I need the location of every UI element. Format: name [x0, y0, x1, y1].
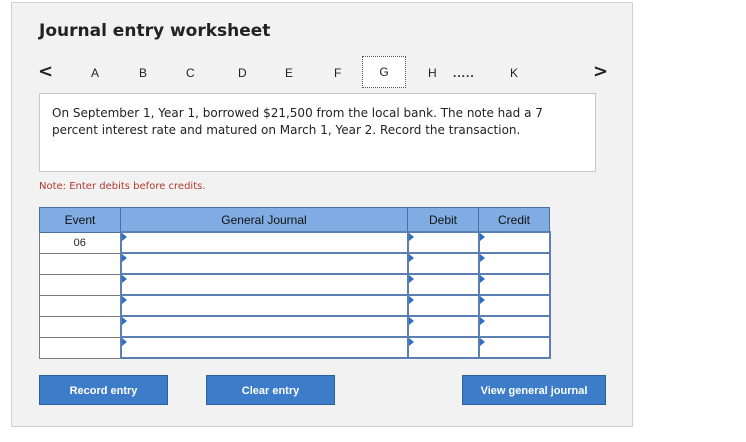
journal-table: Event General Journal Debit Credit 06 — [39, 207, 551, 359]
worksheet-panel: Journal entry worksheet < A B C D E F G … — [11, 2, 633, 427]
note-text: Note: Enter debits before credits. — [39, 181, 206, 192]
table-row: 06 — [39, 231, 551, 254]
credit-input[interactable] — [477, 336, 551, 359]
account-input[interactable] — [119, 252, 409, 275]
tab-h[interactable]: H — [428, 66, 437, 80]
account-input[interactable] — [119, 273, 409, 296]
tab-navigation: < A B C D E F G H ..... K > — [12, 56, 634, 90]
tab-ellipsis: ..... — [453, 66, 475, 80]
table-row — [39, 336, 551, 359]
event-cell[interactable] — [39, 336, 121, 359]
tab-f[interactable]: F — [334, 66, 341, 80]
tab-k[interactable]: K — [510, 66, 518, 80]
header-general-journal: General Journal — [120, 207, 408, 233]
page-title: Journal entry worksheet — [39, 21, 271, 41]
tab-a[interactable]: A — [91, 66, 99, 80]
debit-input[interactable] — [406, 315, 480, 338]
account-input[interactable] — [119, 336, 409, 359]
clear-entry-button[interactable]: Clear entry — [206, 375, 335, 405]
question-text: On September 1, Year 1, borrowed $21,500… — [39, 93, 596, 172]
event-cell[interactable]: 06 — [39, 231, 121, 254]
debit-input[interactable] — [406, 252, 480, 275]
tab-e[interactable]: E — [285, 66, 293, 80]
account-input[interactable] — [119, 231, 409, 254]
tab-d[interactable]: D — [238, 66, 247, 80]
debit-input[interactable] — [406, 294, 480, 317]
event-cell[interactable] — [39, 273, 121, 296]
credit-input[interactable] — [477, 231, 551, 254]
credit-input[interactable] — [477, 294, 551, 317]
table-row — [39, 315, 551, 338]
account-input[interactable] — [119, 315, 409, 338]
table-row — [39, 252, 551, 275]
header-credit: Credit — [478, 207, 550, 233]
credit-input[interactable] — [477, 273, 551, 296]
header-debit: Debit — [407, 207, 479, 233]
debit-input[interactable] — [406, 273, 480, 296]
tab-c[interactable]: C — [186, 66, 195, 80]
credit-input[interactable] — [477, 252, 551, 275]
tab-g-label: G — [379, 65, 389, 79]
tab-g[interactable]: G — [362, 56, 406, 88]
credit-input[interactable] — [477, 315, 551, 338]
header-event: Event — [39, 207, 121, 233]
prev-arrow-icon[interactable]: < — [38, 61, 53, 82]
debit-input[interactable] — [406, 231, 480, 254]
event-cell[interactable] — [39, 252, 121, 275]
view-general-journal-button[interactable]: View general journal — [462, 375, 606, 405]
event-cell[interactable] — [39, 294, 121, 317]
record-entry-button[interactable]: Record entry — [39, 375, 168, 405]
next-arrow-icon[interactable]: > — [593, 61, 608, 82]
tab-b[interactable]: B — [139, 66, 147, 80]
event-cell[interactable] — [39, 315, 121, 338]
account-input[interactable] — [119, 294, 409, 317]
table-row — [39, 273, 551, 296]
table-header-row: Event General Journal Debit Credit — [39, 207, 550, 233]
debit-input[interactable] — [406, 336, 480, 359]
table-row — [39, 294, 551, 317]
